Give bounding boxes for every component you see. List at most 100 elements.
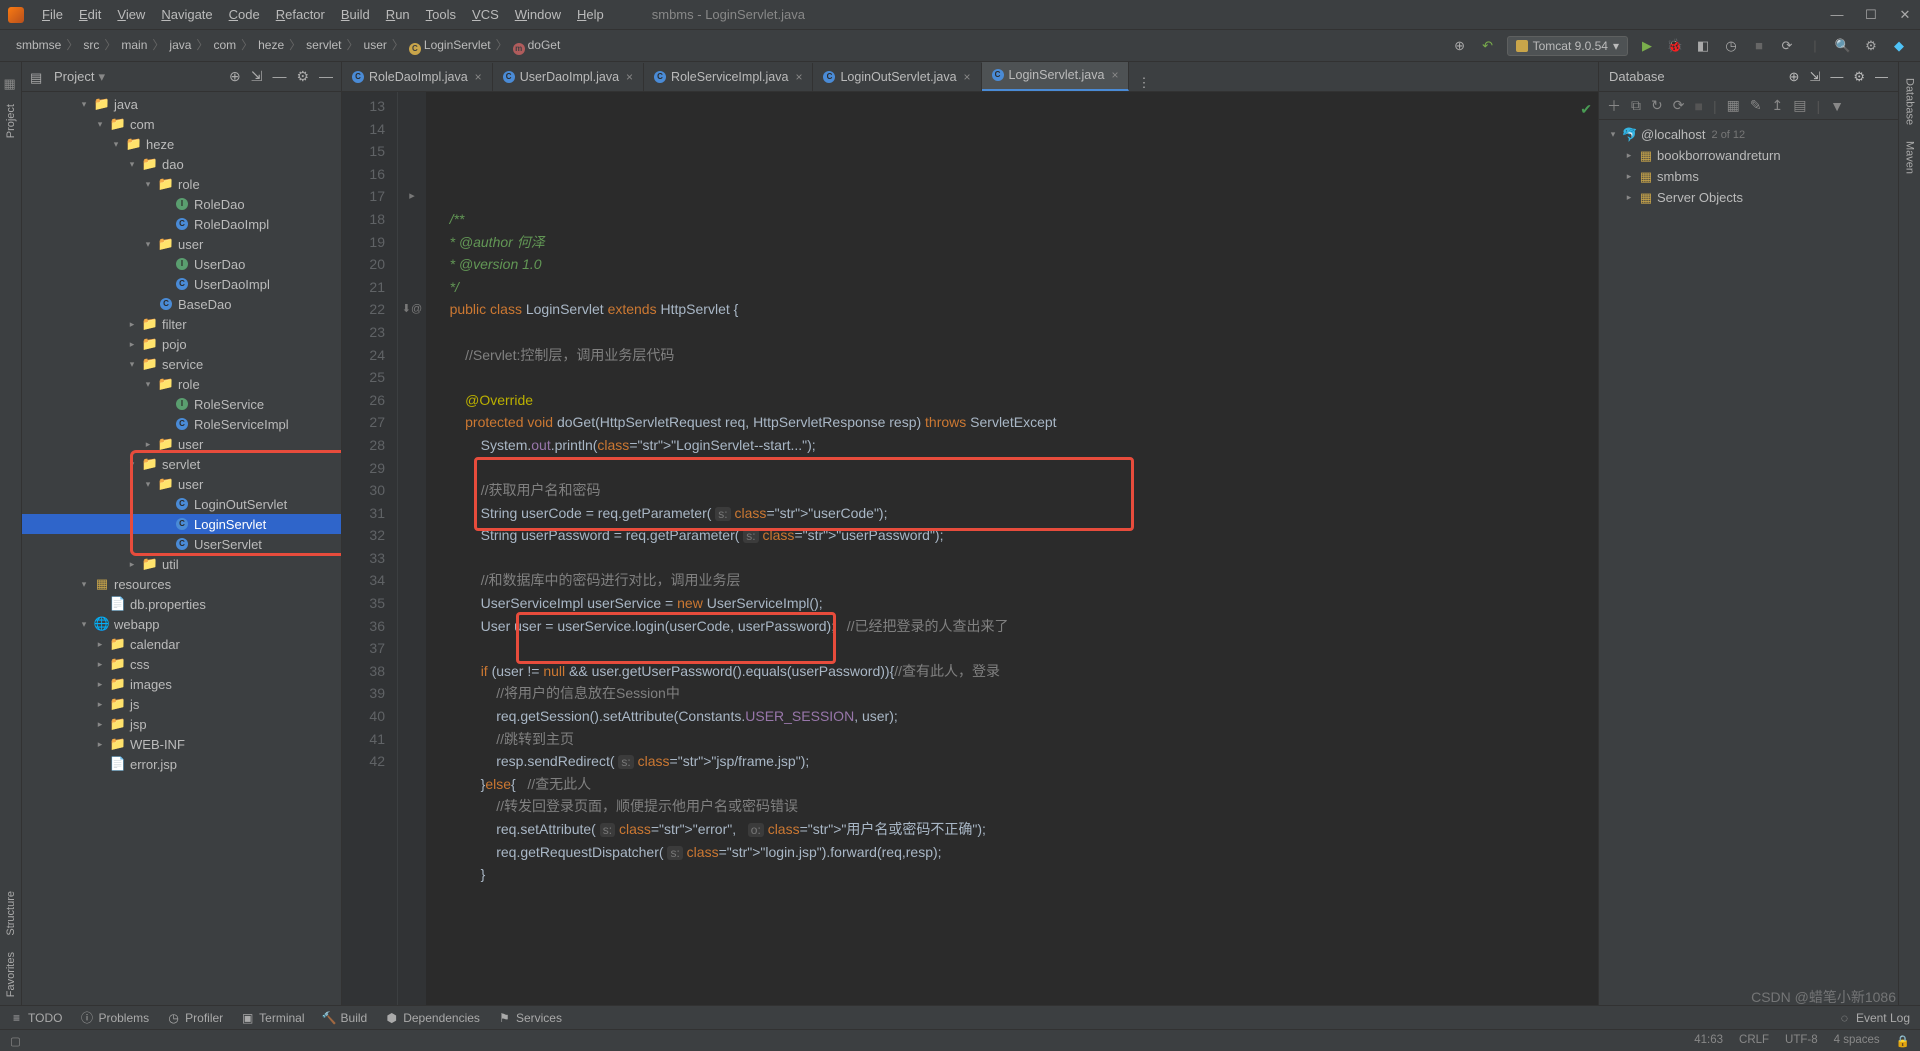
add-config-icon[interactable]: ⊕ (1451, 37, 1469, 55)
crumb-smbmse[interactable]: smbmse (12, 38, 65, 52)
close-button[interactable]: ✕ (1898, 8, 1912, 22)
db-schema-smbms[interactable]: ▸▦smbms (1607, 166, 1890, 187)
tab-LoginServlet.java[interactable]: CLoginServlet.java× (982, 62, 1130, 91)
strip-favorites[interactable]: Favorites (5, 952, 17, 997)
tree-node-jsp[interactable]: ▸📁jsp (22, 714, 341, 734)
tree-node-filter[interactable]: ▸📁filter (22, 314, 341, 334)
tab-RoleDaoImpl.java[interactable]: CRoleDaoImpl.java× (342, 63, 493, 91)
tab-RoleServiceImpl.java[interactable]: CRoleServiceImpl.java× (644, 63, 813, 91)
tool-dependencies[interactable]: ⬢Dependencies (385, 1011, 480, 1025)
status-encoding[interactable]: UTF-8 (1785, 1034, 1818, 1048)
tree-node-WEB-INF[interactable]: ▸📁WEB-INF (22, 734, 341, 754)
run-config-select[interactable]: Tomcat 9.0.54 ▾ (1507, 36, 1628, 56)
project-strip-icon[interactable]: ▦ (4, 76, 18, 90)
status-line-sep[interactable]: CRLF (1739, 1034, 1769, 1048)
db-up-icon[interactable]: ↥ (1772, 97, 1784, 114)
stop-icon[interactable]: ■ (1750, 37, 1768, 55)
db-hide-icon[interactable]: — (1875, 69, 1888, 85)
tree-node-java[interactable]: ▾📁java (22, 94, 341, 114)
tree-node-calendar[interactable]: ▸📁calendar (22, 634, 341, 654)
minimize-button[interactable]: — (1830, 8, 1844, 22)
db-filter-icon[interactable]: ▼ (1830, 98, 1844, 114)
tool-todo[interactable]: ≡TODO (10, 1011, 62, 1025)
tree-node-db.properties[interactable]: 📄db.properties (22, 594, 341, 614)
tree-node-RoleDaoImpl[interactable]: CRoleDaoImpl (22, 214, 341, 234)
tree-node-heze[interactable]: ▾📁heze (22, 134, 341, 154)
db-copy-icon[interactable]: ⧉ (1631, 97, 1641, 114)
db-collapse-icon[interactable]: ⇲ (1809, 69, 1820, 85)
tree-node-webapp[interactable]: ▾🌐webapp (22, 614, 341, 634)
expand-icon[interactable]: ⇲ (251, 68, 263, 85)
tool-build[interactable]: 🔨Build (323, 1011, 368, 1025)
search-icon[interactable]: 🔍 (1834, 37, 1852, 55)
tree-node-RoleServiceImpl[interactable]: CRoleServiceImpl (22, 414, 341, 434)
tool-problems[interactable]: ⓘProblems (80, 1011, 149, 1025)
status-windows-icon[interactable]: ▢ (10, 1034, 21, 1048)
tool-services[interactable]: ⚑Services (498, 1011, 562, 1025)
close-tab-icon[interactable]: × (795, 70, 802, 84)
crumb-user[interactable]: user (360, 38, 391, 52)
menu-code[interactable]: Code (221, 7, 268, 22)
tree-node-LoginServlet[interactable]: CLoginServlet (22, 514, 341, 534)
hide-icon[interactable]: — (319, 68, 333, 85)
tree-node-RoleDao[interactable]: IRoleDao (22, 194, 341, 214)
project-tree[interactable]: ▾📁java▾📁com▾📁heze▾📁dao▾📁roleIRoleDaoCRol… (22, 92, 341, 1005)
close-tab-icon[interactable]: × (475, 70, 482, 84)
crumb-java[interactable]: java (165, 38, 195, 52)
tree-node-service[interactable]: ▾📁service (22, 354, 341, 374)
db-edit-icon[interactable]: ✎ (1750, 97, 1762, 114)
tab-LoginOutServlet.java[interactable]: CLoginOutServlet.java× (813, 63, 981, 91)
maximize-button[interactable]: ☐ (1864, 8, 1878, 22)
tree-node-dao[interactable]: ▾📁dao (22, 154, 341, 174)
menu-build[interactable]: Build (333, 7, 378, 22)
gear-icon[interactable]: ⚙ (296, 68, 309, 85)
tree-node-RoleService[interactable]: IRoleService (22, 394, 341, 414)
tree-node-images[interactable]: ▸📁images (22, 674, 341, 694)
run-icon[interactable]: ▶ (1638, 37, 1656, 55)
crumb-servlet[interactable]: servlet (302, 38, 345, 52)
strip-maven[interactable]: Maven (1904, 141, 1916, 174)
tool-eventlog[interactable]: ◌Event Log (1838, 1011, 1910, 1025)
menu-tools[interactable]: Tools (418, 7, 464, 22)
db-console-icon[interactable]: ▤ (1793, 97, 1806, 114)
menu-navigate[interactable]: Navigate (153, 7, 220, 22)
tree-node-error.jsp[interactable]: 📄error.jsp (22, 754, 341, 774)
tree-node-resources[interactable]: ▾▦resources (22, 574, 341, 594)
menu-vcs[interactable]: VCS (464, 7, 507, 22)
locate-icon[interactable]: ⊕ (229, 68, 241, 85)
tool-terminal[interactable]: ▣Terminal (241, 1011, 304, 1025)
strip-database[interactable]: Database (1904, 78, 1916, 125)
database-tree[interactable]: ▾ 🐬 @localhost 2 of 12 ▸▦bookborrowandre… (1599, 120, 1898, 212)
menu-run[interactable]: Run (378, 7, 418, 22)
db-stop-icon[interactable]: ■ (1694, 98, 1702, 114)
tree-node-role[interactable]: ▾📁role (22, 174, 341, 194)
close-tab-icon[interactable]: × (626, 70, 633, 84)
db-sync-icon[interactable]: ⟳ (1673, 97, 1685, 114)
db-connection-label[interactable]: @localhost (1641, 127, 1706, 142)
status-indent[interactable]: 4 spaces (1834, 1034, 1880, 1048)
project-header[interactable]: Project (54, 69, 94, 84)
crumb-LoginServlet[interactable]: CLoginServlet (405, 38, 495, 52)
tree-node-UserDaoImpl[interactable]: CUserDaoImpl (22, 274, 341, 294)
close-tab-icon[interactable]: × (1111, 68, 1118, 82)
menu-view[interactable]: View (109, 7, 153, 22)
status-caret-pos[interactable]: 41:63 (1694, 1034, 1723, 1048)
debug-icon[interactable]: 🐞 (1666, 37, 1684, 55)
tree-node-UserServlet[interactable]: CUserServlet (22, 534, 341, 554)
coverage-icon[interactable]: ◧ (1694, 37, 1712, 55)
menu-window[interactable]: Window (507, 7, 569, 22)
tree-node-util[interactable]: ▸📁util (22, 554, 341, 574)
code-editor[interactable]: 1314151617181920212223242526272829303132… (342, 92, 1598, 1005)
tree-node-user[interactable]: ▾📁user (22, 234, 341, 254)
tree-node-css[interactable]: ▸📁css (22, 654, 341, 674)
strip-project[interactable]: Project (5, 104, 17, 138)
settings-icon[interactable]: ⚙ (1862, 37, 1880, 55)
db-gear-icon[interactable]: ⚙ (1853, 69, 1865, 85)
crumb-com[interactable]: com (209, 38, 240, 52)
tree-node-pojo[interactable]: ▸📁pojo (22, 334, 341, 354)
profile-icon[interactable]: ◷ (1722, 37, 1740, 55)
close-tab-icon[interactable]: × (964, 70, 971, 84)
db-schema-bookborrowandreturn[interactable]: ▸▦bookborrowandreturn (1607, 145, 1890, 166)
menu-help[interactable]: Help (569, 7, 612, 22)
db-locate-icon[interactable]: ⊕ (1789, 69, 1800, 85)
